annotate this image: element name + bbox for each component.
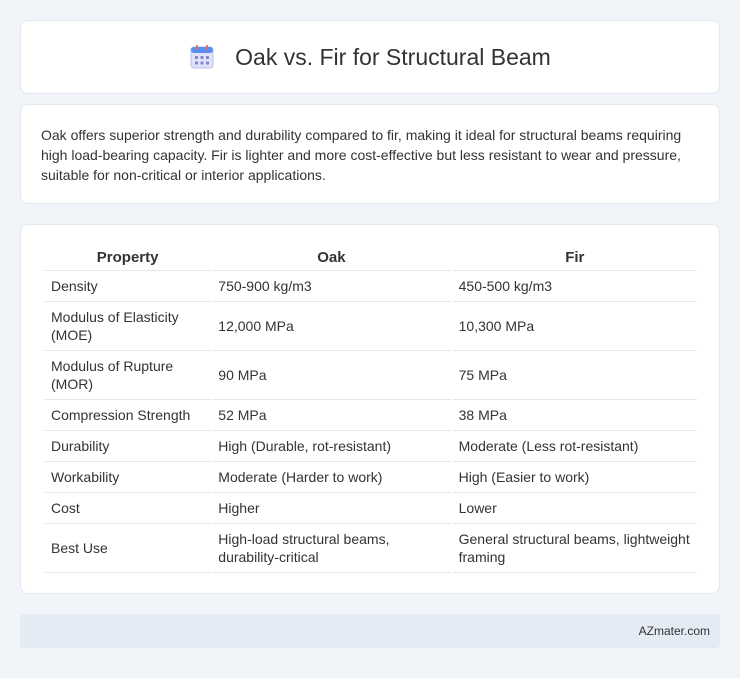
header-oak: Oak <box>212 245 451 271</box>
comparison-table-card: Property Oak Fir Density 750-900 kg/m3 4… <box>20 224 720 594</box>
table-row: Workability Moderate (Harder to work) Hi… <box>45 462 697 493</box>
footer: AZmater.com <box>20 614 720 648</box>
cell-property: Durability <box>45 431 211 462</box>
table-row: Modulus of Elasticity (MOE) 12,000 MPa 1… <box>45 302 697 351</box>
table-row: Density 750-900 kg/m3 450-500 kg/m3 <box>45 271 697 302</box>
cell-fir: Lower <box>452 493 697 524</box>
cell-property: Workability <box>45 462 211 493</box>
cell-oak: 12,000 MPa <box>212 302 451 351</box>
cell-oak: 52 MPa <box>212 400 451 431</box>
cell-fir: High (Easier to work) <box>452 462 697 493</box>
cell-fir: 450-500 kg/m3 <box>452 271 697 302</box>
comparison-table: Property Oak Fir Density 750-900 kg/m3 4… <box>43 245 699 573</box>
table-row: Compression Strength 52 MPa 38 MPa <box>45 400 697 431</box>
title-card: Oak vs. Fir for Structural Beam <box>20 20 720 94</box>
cell-property: Compression Strength <box>45 400 211 431</box>
cell-property: Modulus of Rupture (MOR) <box>45 351 211 400</box>
cell-oak: High (Durable, rot-resistant) <box>212 431 451 462</box>
cell-property: Density <box>45 271 211 302</box>
cell-oak: 90 MPa <box>212 351 451 400</box>
table-header-row: Property Oak Fir <box>45 245 697 271</box>
table-row: Modulus of Rupture (MOR) 90 MPa 75 MPa <box>45 351 697 400</box>
page-title: Oak vs. Fir for Structural Beam <box>235 43 551 70</box>
cell-property: Modulus of Elasticity (MOE) <box>45 302 211 351</box>
cell-fir: 38 MPa <box>452 400 697 431</box>
table-row: Best Use High-load structural beams, dur… <box>45 524 697 573</box>
cell-fir: 10,300 MPa <box>452 302 697 351</box>
calendar-icon <box>190 45 214 69</box>
cell-fir: General structural beams, lightweight fr… <box>452 524 697 573</box>
cell-property: Cost <box>45 493 211 524</box>
table-row: Cost Higher Lower <box>45 493 697 524</box>
cell-oak: Moderate (Harder to work) <box>212 462 451 493</box>
cell-oak: High-load structural beams, durability-c… <box>212 524 451 573</box>
table-row: Durability High (Durable, rot-resistant)… <box>45 431 697 462</box>
summary-card: Oak offers superior strength and durabil… <box>20 104 720 204</box>
cell-oak: Higher <box>212 493 451 524</box>
cell-fir: Moderate (Less rot-resistant) <box>452 431 697 462</box>
cell-oak: 750-900 kg/m3 <box>212 271 451 302</box>
footer-site-name: AZmater.com <box>638 624 710 638</box>
summary-text: Oak offers superior strength and durabil… <box>41 127 682 183</box>
cell-fir: 75 MPa <box>452 351 697 400</box>
cell-property: Best Use <box>45 524 211 573</box>
header-fir: Fir <box>452 245 697 271</box>
header-property: Property <box>45 245 211 271</box>
